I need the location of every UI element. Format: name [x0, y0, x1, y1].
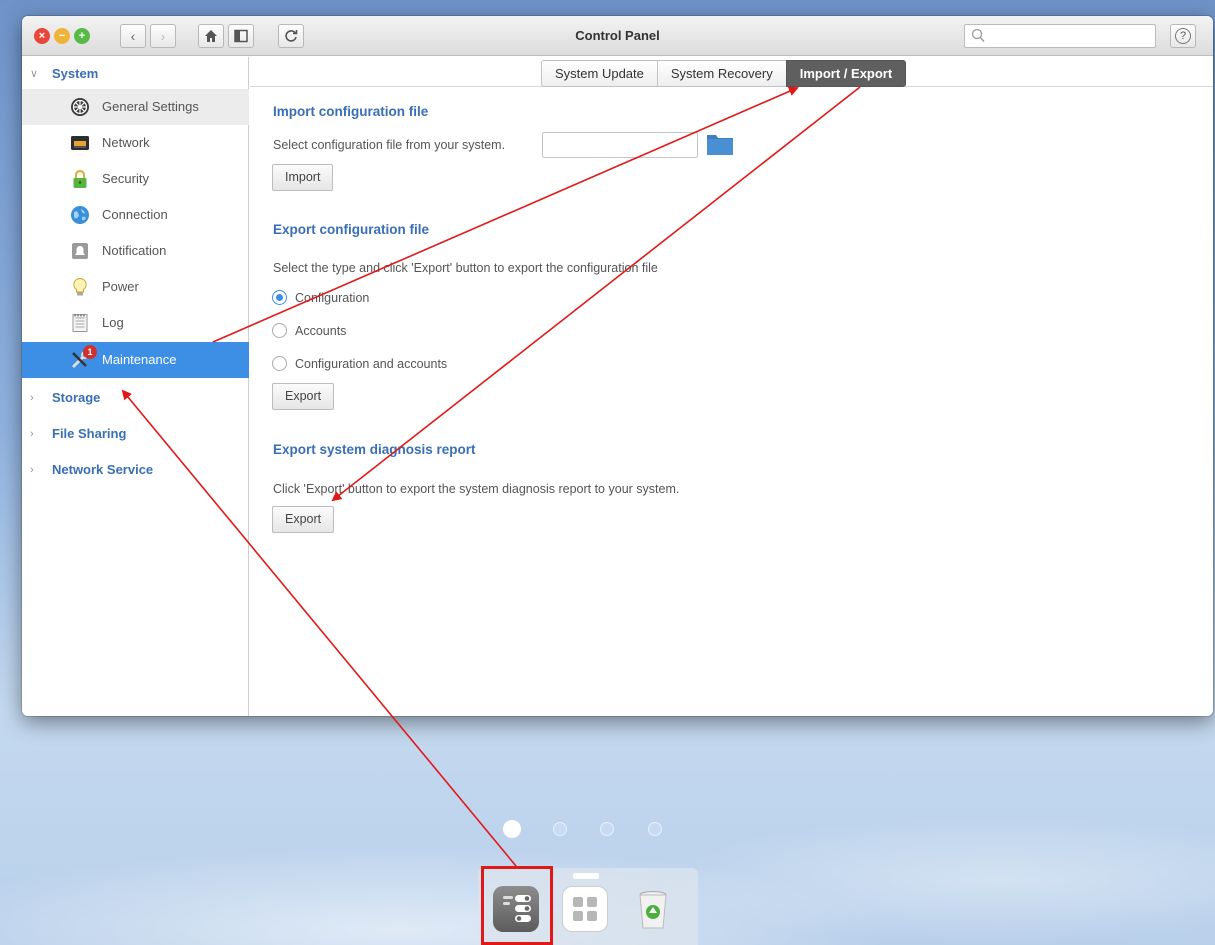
network-icon: [71, 136, 89, 150]
export-description: Select the type and click 'Export' butto…: [273, 261, 658, 275]
sidebar-item-label: Network: [102, 135, 150, 150]
radio-label: Configuration: [295, 291, 370, 305]
page-indicator-1[interactable]: [503, 820, 521, 838]
notification-badge: 1: [83, 345, 97, 359]
sidebar-item-label: Notification: [102, 243, 167, 258]
radio-dot: [272, 323, 287, 338]
tab-import-export[interactable]: Import / Export: [785, 60, 907, 87]
help-icon: ?: [1175, 28, 1191, 44]
sidebar-item-label: Security: [102, 171, 149, 186]
running-indicator: [573, 873, 599, 879]
sidebar-item-network[interactable]: Network: [22, 125, 249, 161]
trash-icon: [639, 891, 667, 929]
sidebar-item-label: Log: [102, 315, 124, 330]
tab-bar: System Update System Recovery Import / E…: [541, 60, 907, 87]
sidebar-toggle-button[interactable]: [228, 24, 254, 48]
sidebar-category-network-service[interactable]: › Network Service: [22, 455, 249, 485]
radio-label: Accounts: [295, 324, 347, 338]
bulb-icon: [73, 277, 87, 296]
tab-system-update[interactable]: System Update: [541, 60, 657, 87]
close-icon[interactable]: ×: [34, 28, 50, 44]
sidebar-item-security[interactable]: Security: [22, 161, 249, 197]
help-button[interactable]: ?: [1170, 24, 1196, 48]
chevron-right-icon: ›: [30, 392, 34, 404]
import-description: Select configuration file from your syst…: [273, 138, 506, 152]
sidebar-item-label: Connection: [102, 207, 168, 222]
page-indicator-3[interactable]: [600, 822, 614, 836]
radio-label: Configuration and accounts: [295, 357, 448, 371]
refresh-button[interactable]: [278, 24, 304, 48]
sidebar-item-general-settings[interactable]: General Settings: [22, 89, 249, 125]
import-section-title: Import configuration file: [273, 104, 429, 119]
recycle-bin-icon[interactable]: [630, 886, 676, 932]
sidebar-item-label: Power: [102, 279, 139, 294]
sidebar-category-label: System: [52, 66, 99, 81]
home-icon: [205, 30, 217, 42]
minimize-icon[interactable]: −: [54, 28, 70, 44]
import-button[interactable]: Import: [272, 164, 334, 191]
sidebar-item-power[interactable]: Power: [22, 269, 249, 305]
page-indicator-4[interactable]: [648, 822, 662, 836]
sidebar: ∨ System General Settings Network Securi…: [22, 57, 249, 716]
page-indicator-2[interactable]: [553, 822, 567, 836]
sidebar-category-system[interactable]: ∨ System: [22, 59, 249, 89]
sidebar-item-label: Maintenance: [102, 352, 177, 367]
export-config-button[interactable]: Export: [272, 383, 335, 410]
dock-highlight-box: [481, 866, 553, 945]
sidebar-category-label: Network Service: [52, 462, 154, 477]
sidebar-item-maintenance[interactable]: 1 Maintenance: [22, 342, 249, 378]
sidebar-category-label: Storage: [52, 390, 101, 405]
home-button[interactable]: [198, 24, 224, 48]
export-section-title: Export configuration file: [273, 222, 430, 237]
sidebar-item-notification[interactable]: Notification: [22, 233, 249, 269]
chevron-right-icon: ›: [30, 428, 34, 440]
export-diagnosis-button[interactable]: Export: [272, 506, 335, 533]
chevron-right-icon: ›: [30, 464, 34, 476]
search-field[interactable]: [964, 24, 1156, 48]
maximize-icon[interactable]: +: [74, 28, 90, 44]
back-button[interactable]: ‹: [120, 24, 146, 48]
search-input[interactable]: [989, 27, 1149, 45]
radio-dot: [272, 290, 287, 305]
sidebar-category-file-sharing[interactable]: › File Sharing: [22, 419, 249, 449]
forward-button[interactable]: ›: [150, 24, 176, 48]
folder-icon[interactable]: [706, 132, 734, 156]
control-panel-window: × − + ‹ › Control Panel ? ∨ System Gener…: [22, 16, 1213, 716]
search-icon: [971, 28, 985, 42]
diagnosis-description: Click 'Export' button to export the syst…: [273, 482, 680, 496]
sidebar-item-label: General Settings: [102, 99, 199, 114]
refresh-icon: [285, 30, 298, 42]
diagnosis-section-title: Export system diagnosis report: [273, 442, 476, 457]
grid-icon: [573, 897, 597, 921]
titlebar: × − + ‹ › Control Panel ?: [22, 16, 1213, 56]
gear-icon: [71, 98, 89, 116]
sidebar-category-storage[interactable]: › Storage: [22, 383, 249, 413]
forward-icon: ›: [160, 28, 166, 44]
sidebar-item-connection[interactable]: Connection: [22, 197, 249, 233]
tab-system-recovery[interactable]: System Recovery: [656, 60, 786, 87]
globe-icon: [71, 206, 89, 224]
lock-icon: [73, 169, 87, 188]
radio-dot: [272, 356, 287, 371]
file-path-input[interactable]: [542, 132, 698, 158]
chevron-down-icon: ∨: [30, 68, 39, 80]
sidebar-category-label: File Sharing: [52, 426, 127, 441]
app-center-icon[interactable]: [562, 873, 608, 932]
back-icon: ‹: [130, 28, 136, 44]
sidebar-toggle-icon: [234, 29, 248, 43]
sidebar-item-log[interactable]: Log: [22, 305, 249, 341]
bell-icon: [72, 243, 88, 259]
log-icon: [72, 314, 88, 332]
